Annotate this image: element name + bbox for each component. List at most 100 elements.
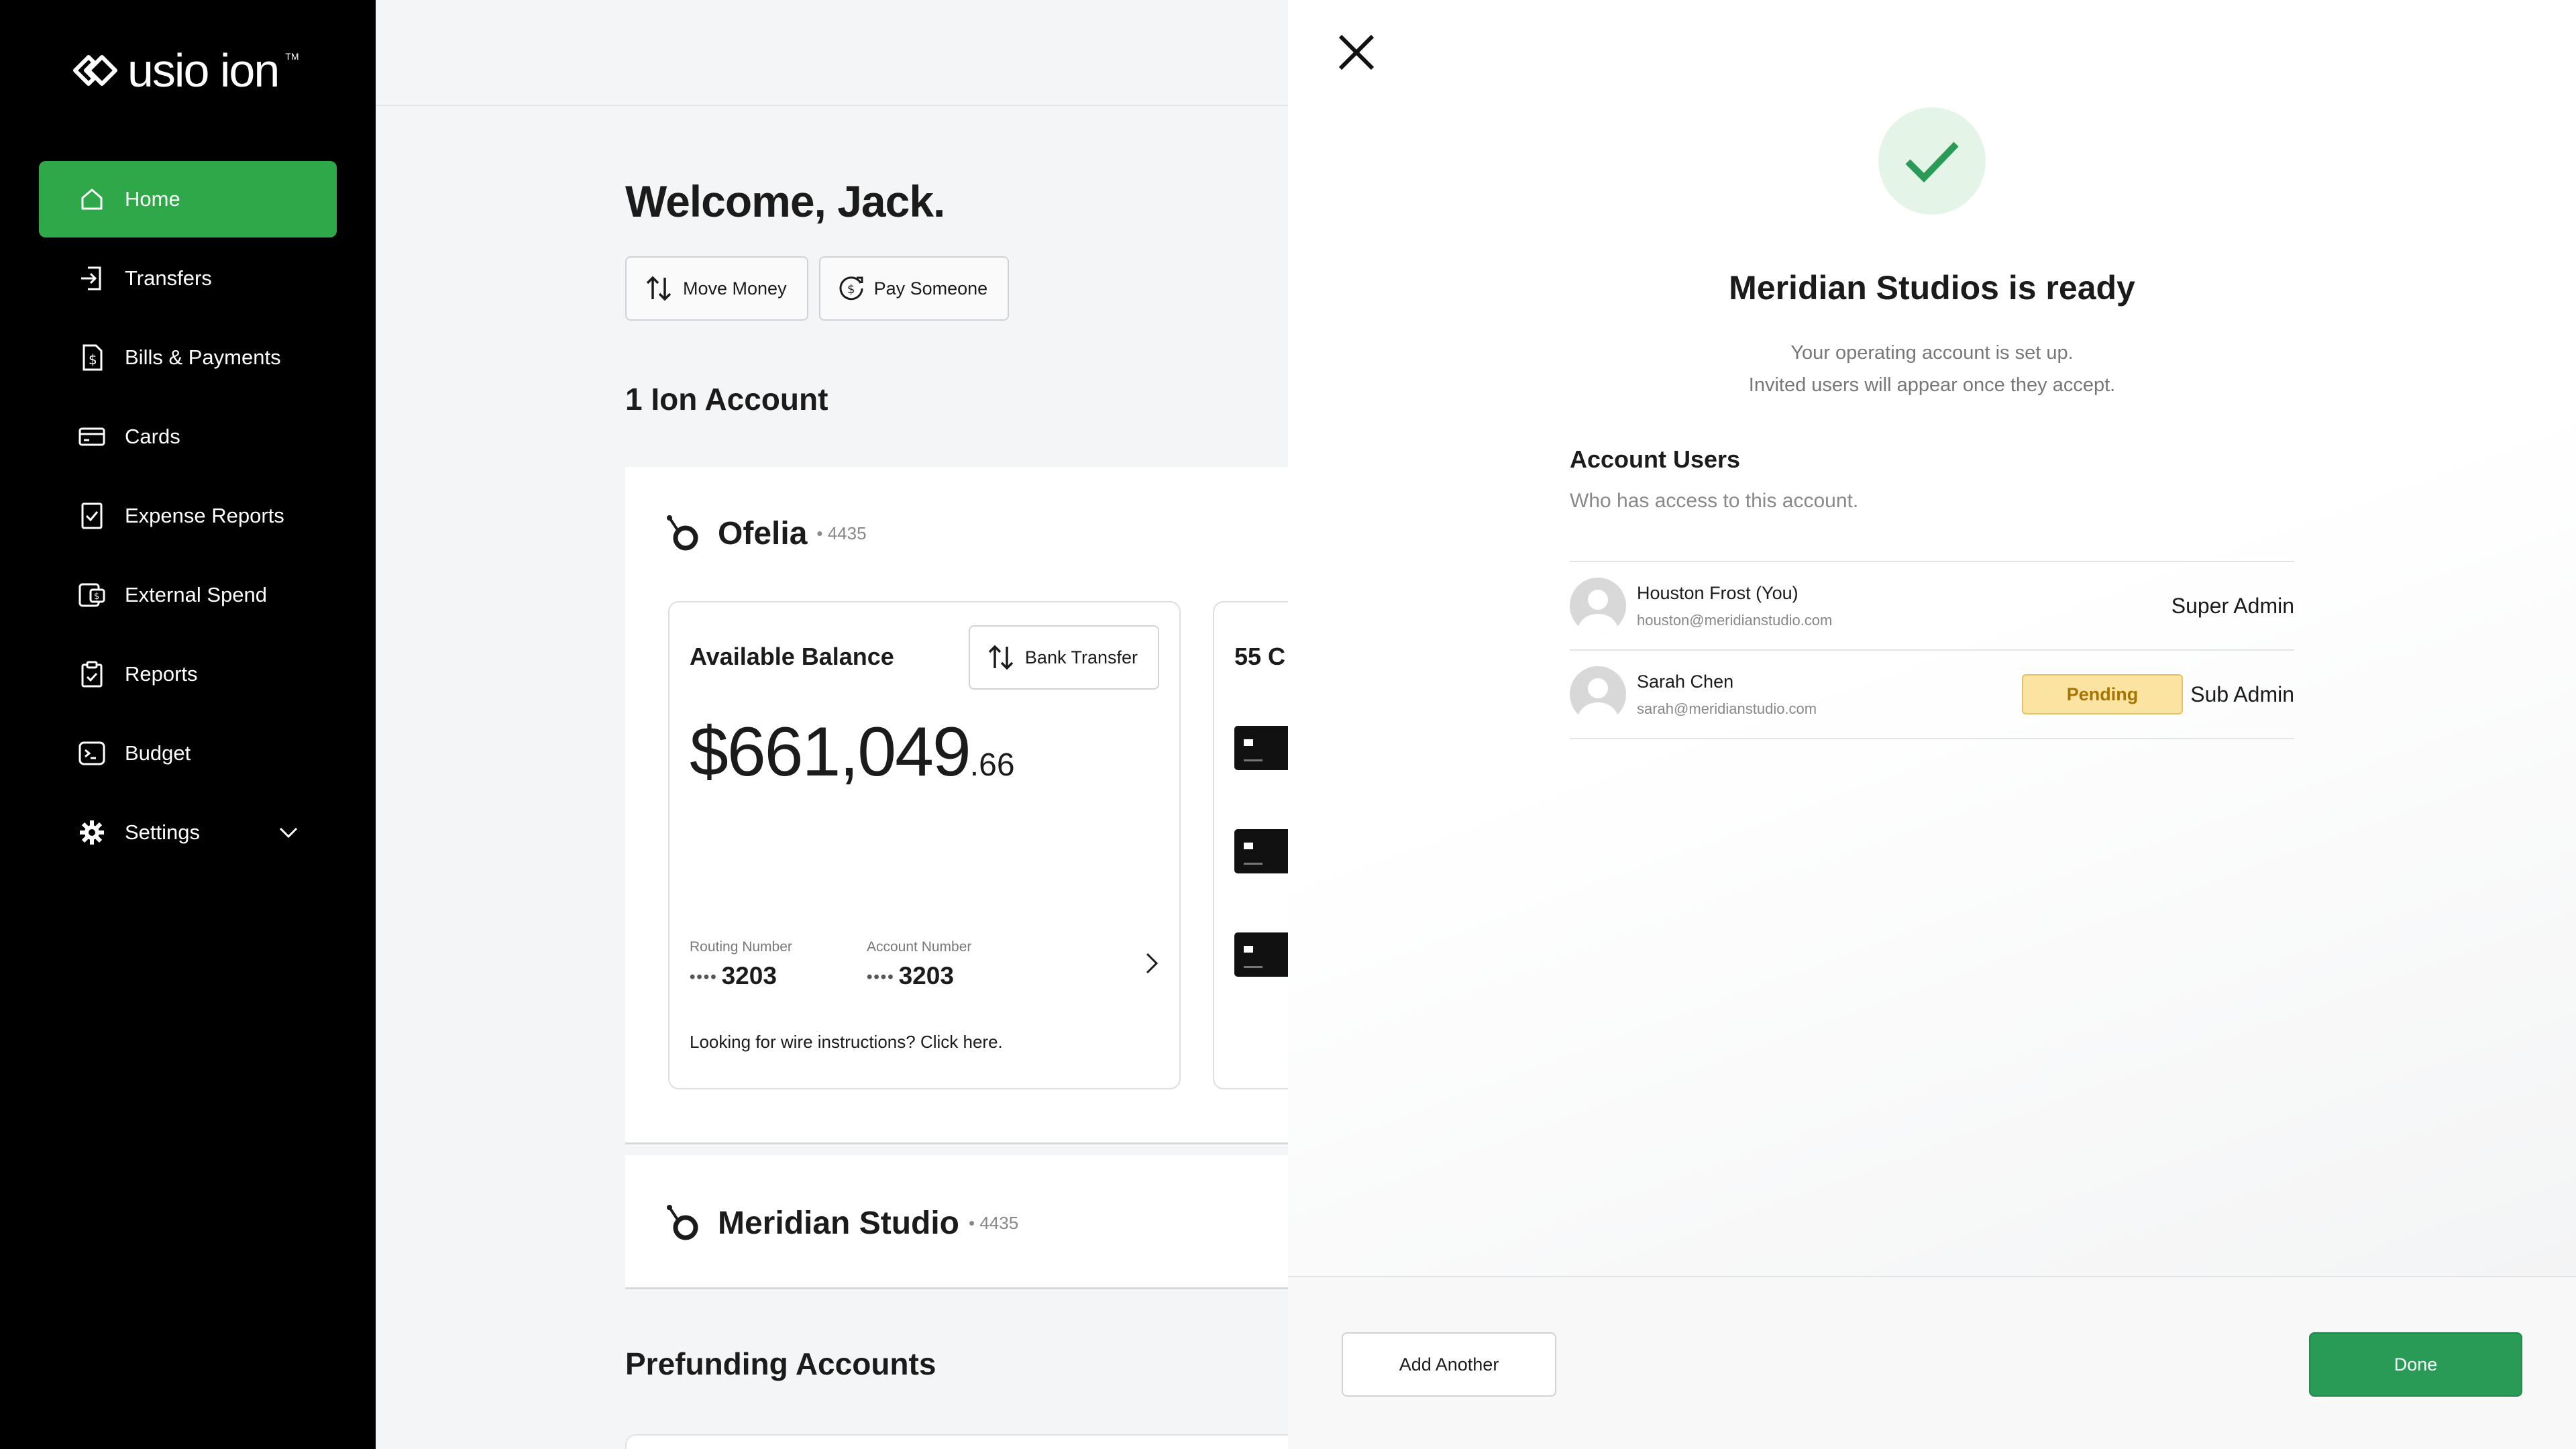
account-header[interactable]: Ofelia • 4435 <box>665 514 867 553</box>
account-mask: •••• <box>867 968 895 987</box>
sidebar: usio ion TM Home Transfers $ Bills & Pay… <box>0 0 376 1449</box>
sidebar-item-label: Expense Reports <box>125 504 284 527</box>
account-number: • 4435 <box>816 523 867 543</box>
user-row[interactable]: Houston Frost (You) houston@meridianstud… <box>1570 562 2294 651</box>
sidebar-item-expense-reports[interactable]: Expense Reports <box>39 478 337 554</box>
logo-mark-icon <box>73 55 117 86</box>
panel-footer: Add Another Done <box>1288 1276 2576 1449</box>
sidebar-item-label: Cards <box>125 425 180 448</box>
sidebar-item-transfers[interactable]: Transfers <box>39 240 337 317</box>
bill-icon: $ <box>76 342 107 373</box>
quick-actions: Move Money $ Pay Someone <box>625 256 1010 321</box>
ion-accounts-title: 1 Ion Account <box>625 382 828 417</box>
external-spend-icon: $ <box>76 580 107 610</box>
sidebar-item-external-spend[interactable]: $ External Spend <box>39 557 337 633</box>
prefunding-accounts-title: Prefunding Accounts <box>625 1346 936 1381</box>
prefunding-account-card[interactable] <box>625 1434 1363 1449</box>
ion-account-icon <box>667 1205 698 1240</box>
account-number-block: Account Number •••• 3203 <box>867 939 971 990</box>
status-badge: Pending <box>2022 674 2183 714</box>
user-row[interactable]: Sarah Chen sarah@meridianstudio.com Pend… <box>1570 651 2294 739</box>
account-users-subtitle: Who has access to this account. <box>1570 490 1859 512</box>
account-users-title: Account Users <box>1570 445 1741 473</box>
account-users-list: Houston Frost (You) houston@meridianstud… <box>1570 561 2294 739</box>
account-name: Meridian Studio <box>718 1205 959 1241</box>
account-header: Meridian Studio • 4435 <box>665 1203 1018 1242</box>
sidebar-item-label: Settings <box>125 820 201 844</box>
pay-someone-button[interactable]: $ Pay Someone <box>818 256 1010 321</box>
balance-dollars: $661,049 <box>690 713 971 791</box>
user-name: Houston Frost (You) <box>1637 582 1799 603</box>
sidebar-item-label: Transfers <box>125 266 212 290</box>
balance-label: Available Balance <box>690 643 894 670</box>
ion-account-icon <box>667 515 698 551</box>
account-card-ofelia: Ofelia • 4435 Available Balance Bank Tra… <box>625 467 1387 1144</box>
sidebar-item-label: Reports <box>125 662 198 686</box>
routing-mask: •••• <box>690 968 718 987</box>
close-icon <box>1338 34 1375 70</box>
chevron-down-icon[interactable] <box>278 826 299 839</box>
user-role: Sub Admin <box>2190 682 2294 706</box>
welcome-heading: Welcome, Jack. <box>625 176 945 226</box>
sidebar-item-label: Budget <box>125 741 191 765</box>
avatar <box>1570 578 1626 634</box>
panel-title: Meridian Studios is ready <box>1729 269 2135 307</box>
avatar <box>1570 666 1626 722</box>
sidebar-item-label: External Spend <box>125 583 267 606</box>
panel-subtitle-line2: Invited users will appear once they acce… <box>1748 374 2116 396</box>
sidebar-nav: Home Transfers $ Bills & Payments Cards … <box>39 161 337 873</box>
user-info: Sarah Chen sarah@meridianstudio.com <box>1637 672 1817 718</box>
user-info: Houston Frost (You) houston@meridianstud… <box>1637 583 1832 629</box>
sidebar-item-cards[interactable]: Cards <box>39 398 337 475</box>
routing-number: Routing Number •••• 3203 <box>690 939 792 990</box>
cards-count-label: 55 C <box>1234 643 1286 670</box>
account-card-meridian-studio[interactable]: Meridian Studio • 4435 <box>625 1155 1363 1289</box>
checkmark-icon <box>1905 142 1959 183</box>
wire-instructions-link[interactable]: Looking for wire instructions? Click her… <box>690 1032 1003 1053</box>
balance-card: Available Balance Bank Transfer $661,049… <box>668 601 1181 1089</box>
chevron-right-icon[interactable] <box>1144 951 1159 975</box>
sidebar-item-reports[interactable]: Reports <box>39 636 337 712</box>
reports-icon <box>76 659 107 690</box>
user-role: Super Admin <box>2171 593 2294 618</box>
svg-text:$: $ <box>94 592 99 602</box>
pay-someone-label: Pay Someone <box>873 278 988 299</box>
account-name: Ofelia <box>718 515 808 551</box>
move-money-button[interactable]: Move Money <box>625 256 808 321</box>
logo-trademark: TM <box>285 51 299 62</box>
add-another-button[interactable]: Add Another <box>1342 1332 1556 1397</box>
sidebar-item-label: Home <box>125 187 180 211</box>
svg-text:$: $ <box>89 352 97 368</box>
close-button[interactable] <box>1332 28 1381 76</box>
transfer-arrows-icon <box>646 276 672 301</box>
transfer-arrows-icon <box>988 645 1014 670</box>
move-money-label: Move Money <box>683 278 787 299</box>
sidebar-item-settings[interactable]: Settings <box>39 794 337 871</box>
sidebar-item-bills-payments[interactable]: $ Bills & Payments <box>39 319 337 396</box>
bank-transfer-button[interactable]: Bank Transfer <box>968 625 1159 690</box>
sidebar-item-home[interactable]: Home <box>39 161 337 237</box>
account-number-value: 3203 <box>898 962 954 989</box>
available-balance: $661,049.66 <box>690 712 1015 792</box>
pay-icon: $ <box>839 276 863 301</box>
routing-number-value: 3203 <box>721 962 777 989</box>
sidebar-item-label: Bills & Payments <box>125 345 281 369</box>
expense-icon <box>76 500 107 531</box>
routing-number-label: Routing Number <box>690 939 792 955</box>
dashboard-main: Welcome, Jack. Move Money $ Pay Someone … <box>625 0 1387 1449</box>
usio-ion-logo[interactable]: usio ion TM <box>71 47 299 94</box>
budget-icon <box>76 738 107 769</box>
sidebar-item-budget[interactable]: Budget <box>39 715 337 792</box>
account-ready-panel: Meridian Studios is ready Your operating… <box>1288 0 2576 1449</box>
home-icon <box>76 184 107 215</box>
gear-icon <box>76 817 107 848</box>
panel-subtitle-line1: Your operating account is set up. <box>1790 342 2074 364</box>
done-button[interactable]: Done <box>2309 1332 2522 1397</box>
account-number-label: Account Number <box>867 939 972 955</box>
bank-transfer-label: Bank Transfer <box>1024 647 1138 667</box>
transfer-icon <box>76 263 107 294</box>
user-email: houston@meridianstudio.com <box>1637 611 1833 629</box>
svg-text:$: $ <box>847 282 855 297</box>
account-number: • 4435 <box>969 1212 1019 1233</box>
success-badge <box>1878 107 1986 215</box>
